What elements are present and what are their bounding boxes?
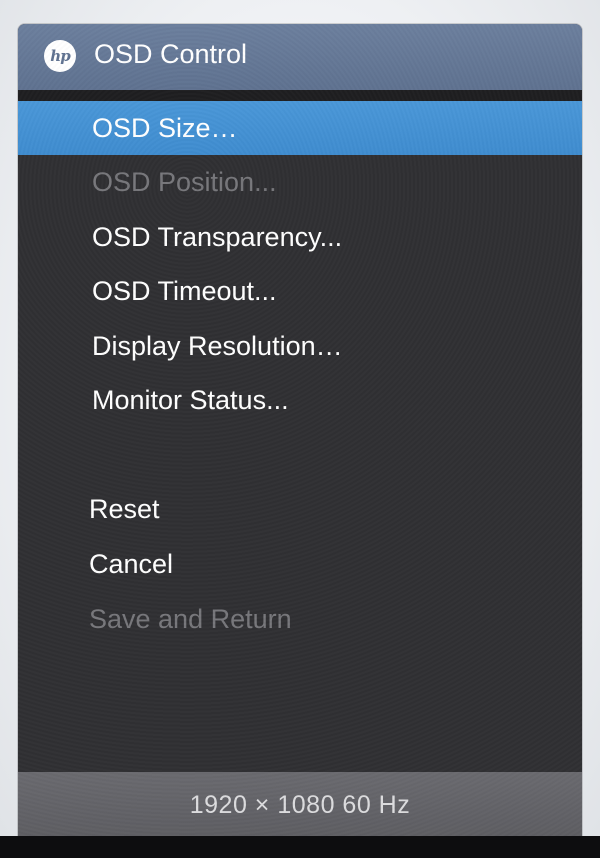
menu-item-monitor-status[interactable]: Monitor Status... — [18, 373, 582, 427]
menu-item-osd-size[interactable]: OSD Size… — [18, 101, 582, 155]
menu-item-display-resolution[interactable]: Display Resolution… — [18, 319, 582, 373]
menu-item-save-and-return[interactable]: Save and Return — [18, 592, 582, 646]
menu-item-reset[interactable]: Reset — [18, 482, 582, 536]
osd-control-panel: hp OSD Control OSD Size… OSD Position...… — [18, 24, 582, 838]
menu-item-osd-timeout[interactable]: OSD Timeout... — [18, 264, 582, 318]
osd-title: OSD Control — [94, 39, 248, 69]
menu-item-osd-position[interactable]: OSD Position... — [18, 155, 582, 209]
menu-item-cancel[interactable]: Cancel — [18, 537, 582, 591]
monitor-bezel — [0, 836, 600, 858]
hp-logo-icon: hp — [44, 40, 76, 72]
hp-logo-text: hp — [50, 47, 70, 65]
menu-item-osd-transparency[interactable]: OSD Transparency... — [18, 210, 582, 264]
resolution-status-text: 1920 × 1080 60 Hz — [189, 790, 411, 819]
status-bar: 1920 × 1080 60 Hz — [18, 772, 582, 838]
osd-header: hp OSD Control — [18, 24, 582, 90]
header-divider — [18, 90, 582, 101]
